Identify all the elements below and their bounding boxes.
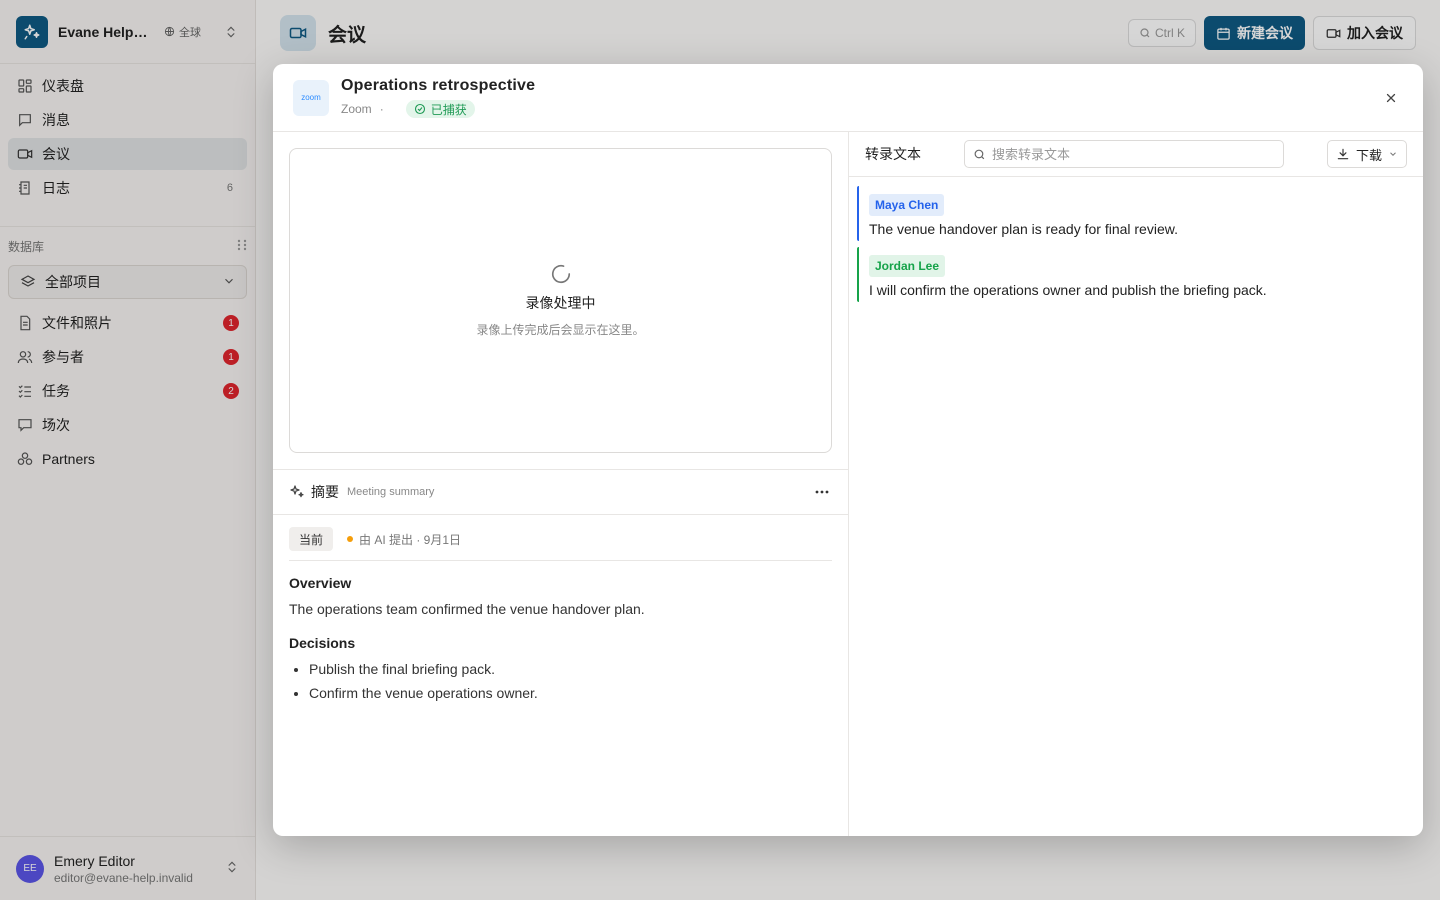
meeting-title: Operations retrospective bbox=[341, 77, 536, 94]
download-label: 下载 bbox=[1355, 147, 1382, 163]
transcript-panel: 转录文本 下载 Maya Chen The venue handover pla… bbox=[849, 132, 1423, 836]
version-tab-current[interactable]: 当前 bbox=[289, 527, 334, 551]
summary-header: 摘要 Meeting summary bbox=[273, 469, 848, 515]
speaker-tag[interactable]: Maya Chen bbox=[869, 194, 945, 216]
decisions-list: Publish the final briefing pack. Confirm… bbox=[289, 661, 832, 701]
transcript-title: 转录文本 bbox=[865, 146, 921, 162]
ellipsis-icon bbox=[815, 490, 829, 494]
transcript-segment[interactable]: Maya Chen The venue handover plan is rea… bbox=[857, 186, 1415, 241]
download-button[interactable]: 下载 bbox=[1326, 140, 1407, 168]
speaker-tag[interactable]: Jordan Lee bbox=[869, 255, 946, 277]
dialog-header: zoom Operations retrospective Zoom · 已捕获 bbox=[273, 64, 1423, 132]
zoom-logo: zoom bbox=[293, 79, 329, 116]
close-button[interactable] bbox=[1379, 86, 1403, 110]
summary-title: 摘要 bbox=[311, 484, 339, 500]
check-circle-icon bbox=[414, 103, 425, 115]
download-icon bbox=[1337, 148, 1349, 160]
transcript-header: 转录文本 下载 bbox=[849, 132, 1423, 177]
recording-status-subtitle: 录像上传完成后会显示在这里。 bbox=[476, 323, 645, 337]
divider bbox=[289, 560, 832, 561]
spinner-icon bbox=[551, 264, 570, 284]
recording-placeholder: 录像处理中 录像上传完成后会显示在这里。 bbox=[289, 148, 832, 453]
separator: · bbox=[379, 102, 384, 116]
transcript-list: Maya Chen The venue handover plan is rea… bbox=[849, 177, 1423, 317]
status-dot bbox=[347, 536, 354, 542]
overview-heading: Overview bbox=[289, 575, 352, 591]
meeting-detail-dialog: zoom Operations retrospective Zoom · 已捕获… bbox=[273, 64, 1423, 836]
status-badge: 已捕获 bbox=[405, 100, 475, 118]
segment-text: The venue handover plan is ready for fin… bbox=[869, 221, 1178, 237]
search-icon bbox=[974, 149, 985, 159]
status-label: 已捕获 bbox=[430, 102, 467, 117]
left-panel: 录像处理中 录像上传完成后会显示在这里。 摘要 Meeting summary … bbox=[273, 132, 849, 836]
chevron-down-icon bbox=[1390, 152, 1396, 156]
meeting-provider: Zoom bbox=[341, 102, 372, 116]
list-item: Confirm the venue operations owner. bbox=[309, 685, 832, 701]
version-meta: 由 AI 提出 · 9月1日 bbox=[359, 532, 462, 547]
recording-status-title: 录像处理中 bbox=[525, 295, 596, 311]
summary-subtitle: Meeting summary bbox=[347, 486, 435, 498]
summary-body: 当前 由 AI 提出 · 9月1日 Overview The operation… bbox=[273, 515, 848, 721]
sparkles-icon bbox=[290, 485, 304, 498]
transcript-search[interactable] bbox=[964, 140, 1284, 168]
decisions-heading: Decisions bbox=[289, 635, 356, 651]
more-options-button[interactable] bbox=[812, 490, 832, 494]
list-item: Publish the final briefing pack. bbox=[309, 661, 832, 677]
transcript-segment[interactable]: Jordan Lee I will confirm the operations… bbox=[857, 247, 1415, 302]
close-icon bbox=[1386, 93, 1396, 102]
transcript-search-input[interactable] bbox=[992, 146, 1272, 162]
segment-text: I will confirm the operations owner and … bbox=[869, 282, 1267, 298]
overview-text: The operations team confirmed the venue … bbox=[289, 601, 645, 617]
